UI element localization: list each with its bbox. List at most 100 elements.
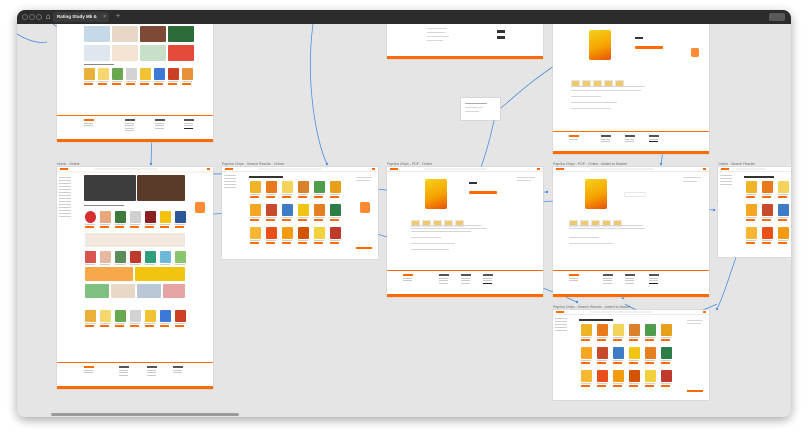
product-card[interactable]	[330, 204, 341, 221]
frame-home-top[interactable]	[57, 24, 213, 142]
product-thumbnails[interactable]	[569, 214, 624, 232]
basket-checkout[interactable]	[687, 390, 703, 392]
product-card[interactable]	[597, 370, 608, 387]
basket-checkout[interactable]	[356, 247, 372, 249]
plus-icon[interactable]: +	[114, 12, 122, 22]
product-card[interactable]	[597, 347, 608, 364]
frame-label[interactable]: Paprika Chips - PDP - Online	[387, 162, 432, 166]
product-card[interactable]	[250, 181, 261, 198]
product-card[interactable]	[115, 310, 126, 327]
product-card[interactable]	[645, 347, 656, 364]
product-card[interactable]	[175, 310, 186, 327]
maximize-window-button[interactable]	[36, 14, 42, 20]
promo-banner[interactable]	[135, 267, 185, 281]
product-card[interactable]	[130, 251, 141, 265]
product-card[interactable]	[160, 251, 171, 265]
frame-label[interactable]: Paprika Chips - PDP - Online - Added to …	[553, 162, 627, 166]
product-card[interactable]	[597, 324, 608, 341]
product-card[interactable]	[746, 204, 757, 221]
product-card[interactable]	[85, 211, 96, 228]
frame-pdp-basket-top[interactable]	[553, 24, 709, 154]
hero-banner[interactable]	[137, 175, 185, 201]
close-icon[interactable]: ×	[103, 12, 106, 22]
annotation-card[interactable]	[461, 98, 500, 120]
promo-tile[interactable]	[111, 284, 135, 298]
product-card[interactable]	[250, 227, 261, 244]
product-card[interactable]	[330, 181, 341, 198]
product-card[interactable]	[298, 204, 309, 221]
product-card[interactable]	[330, 227, 341, 244]
add-to-basket-button[interactable]	[469, 191, 497, 194]
product-card[interactable]	[85, 310, 96, 327]
product-card[interactable]	[629, 324, 640, 341]
product-card[interactable]	[98, 68, 109, 85]
scrollbar-thumb[interactable]	[51, 413, 239, 416]
promo-tile[interactable]	[85, 284, 109, 298]
frame-pdp-added[interactable]	[553, 167, 709, 297]
frame-pdp-online[interactable]	[387, 167, 543, 297]
product-card[interactable]	[130, 310, 141, 327]
product-card[interactable]	[778, 181, 789, 198]
close-window-button[interactable]	[22, 14, 28, 20]
product-image[interactable]	[425, 179, 447, 209]
product-card[interactable]	[84, 68, 95, 85]
frame-pdp-top[interactable]	[387, 24, 543, 59]
product-card[interactable]	[140, 68, 151, 85]
product-card[interactable]	[314, 227, 325, 244]
product-card[interactable]	[160, 310, 171, 327]
product-card[interactable]	[645, 324, 656, 341]
frame-search-results[interactable]	[222, 167, 378, 259]
category-sidebar[interactable]	[59, 177, 73, 219]
product-image[interactable]	[589, 30, 611, 60]
frame-label[interactable]: Home - Online	[57, 162, 80, 166]
promo-banner[interactable]	[85, 267, 133, 281]
frame-label[interactable]: Paprika Chips - Search Results - Online	[222, 162, 284, 166]
product-card[interactable]	[145, 211, 156, 228]
product-card[interactable]	[154, 68, 165, 85]
product-card[interactable]	[778, 204, 789, 221]
product-card[interactable]	[266, 227, 277, 244]
product-card[interactable]	[581, 370, 592, 387]
design-canvas[interactable]: Home - Online Paprika Chips - Search Res…	[17, 24, 791, 417]
quantity-stepper[interactable]	[625, 193, 645, 196]
product-card[interactable]	[160, 211, 171, 228]
product-thumbnails[interactable]	[411, 214, 466, 232]
product-card[interactable]	[145, 310, 156, 327]
product-card[interactable]	[100, 251, 111, 265]
product-card[interactable]	[175, 211, 186, 228]
product-card[interactable]	[629, 347, 640, 364]
product-card[interactable]	[613, 370, 624, 387]
promo-tile[interactable]	[163, 284, 185, 298]
product-card[interactable]	[762, 181, 773, 198]
product-card[interactable]	[762, 227, 773, 244]
product-card[interactable]	[85, 251, 96, 265]
product-card[interactable]	[100, 211, 111, 228]
hero-banner[interactable]	[84, 175, 136, 201]
product-card[interactable]	[645, 370, 656, 387]
product-card[interactable]	[115, 211, 126, 228]
product-card[interactable]	[145, 251, 156, 265]
frame-search-right[interactable]	[718, 167, 791, 257]
product-card[interactable]	[266, 204, 277, 221]
product-card[interactable]	[746, 227, 757, 244]
product-image[interactable]	[585, 179, 607, 209]
product-card[interactable]	[266, 181, 277, 198]
product-card[interactable]	[613, 347, 624, 364]
promo-row[interactable]	[85, 233, 185, 247]
product-card[interactable]	[175, 251, 186, 265]
product-card[interactable]	[661, 347, 672, 364]
product-card[interactable]	[182, 68, 193, 85]
product-card[interactable]	[115, 251, 126, 265]
product-card[interactable]	[130, 211, 141, 228]
frame-label[interactable]: Online - Search Results	[718, 162, 755, 166]
product-card[interactable]	[126, 68, 137, 85]
product-card[interactable]	[250, 204, 261, 221]
product-card[interactable]	[282, 181, 293, 198]
product-card[interactable]	[314, 204, 325, 221]
app-store-badge[interactable]	[497, 30, 505, 33]
product-card[interactable]	[298, 181, 309, 198]
product-card[interactable]	[778, 227, 789, 244]
frame-label[interactable]: Paprika Chips - Search Results - Added t…	[553, 305, 630, 309]
product-card[interactable]	[314, 181, 325, 198]
product-card[interactable]	[613, 324, 624, 341]
